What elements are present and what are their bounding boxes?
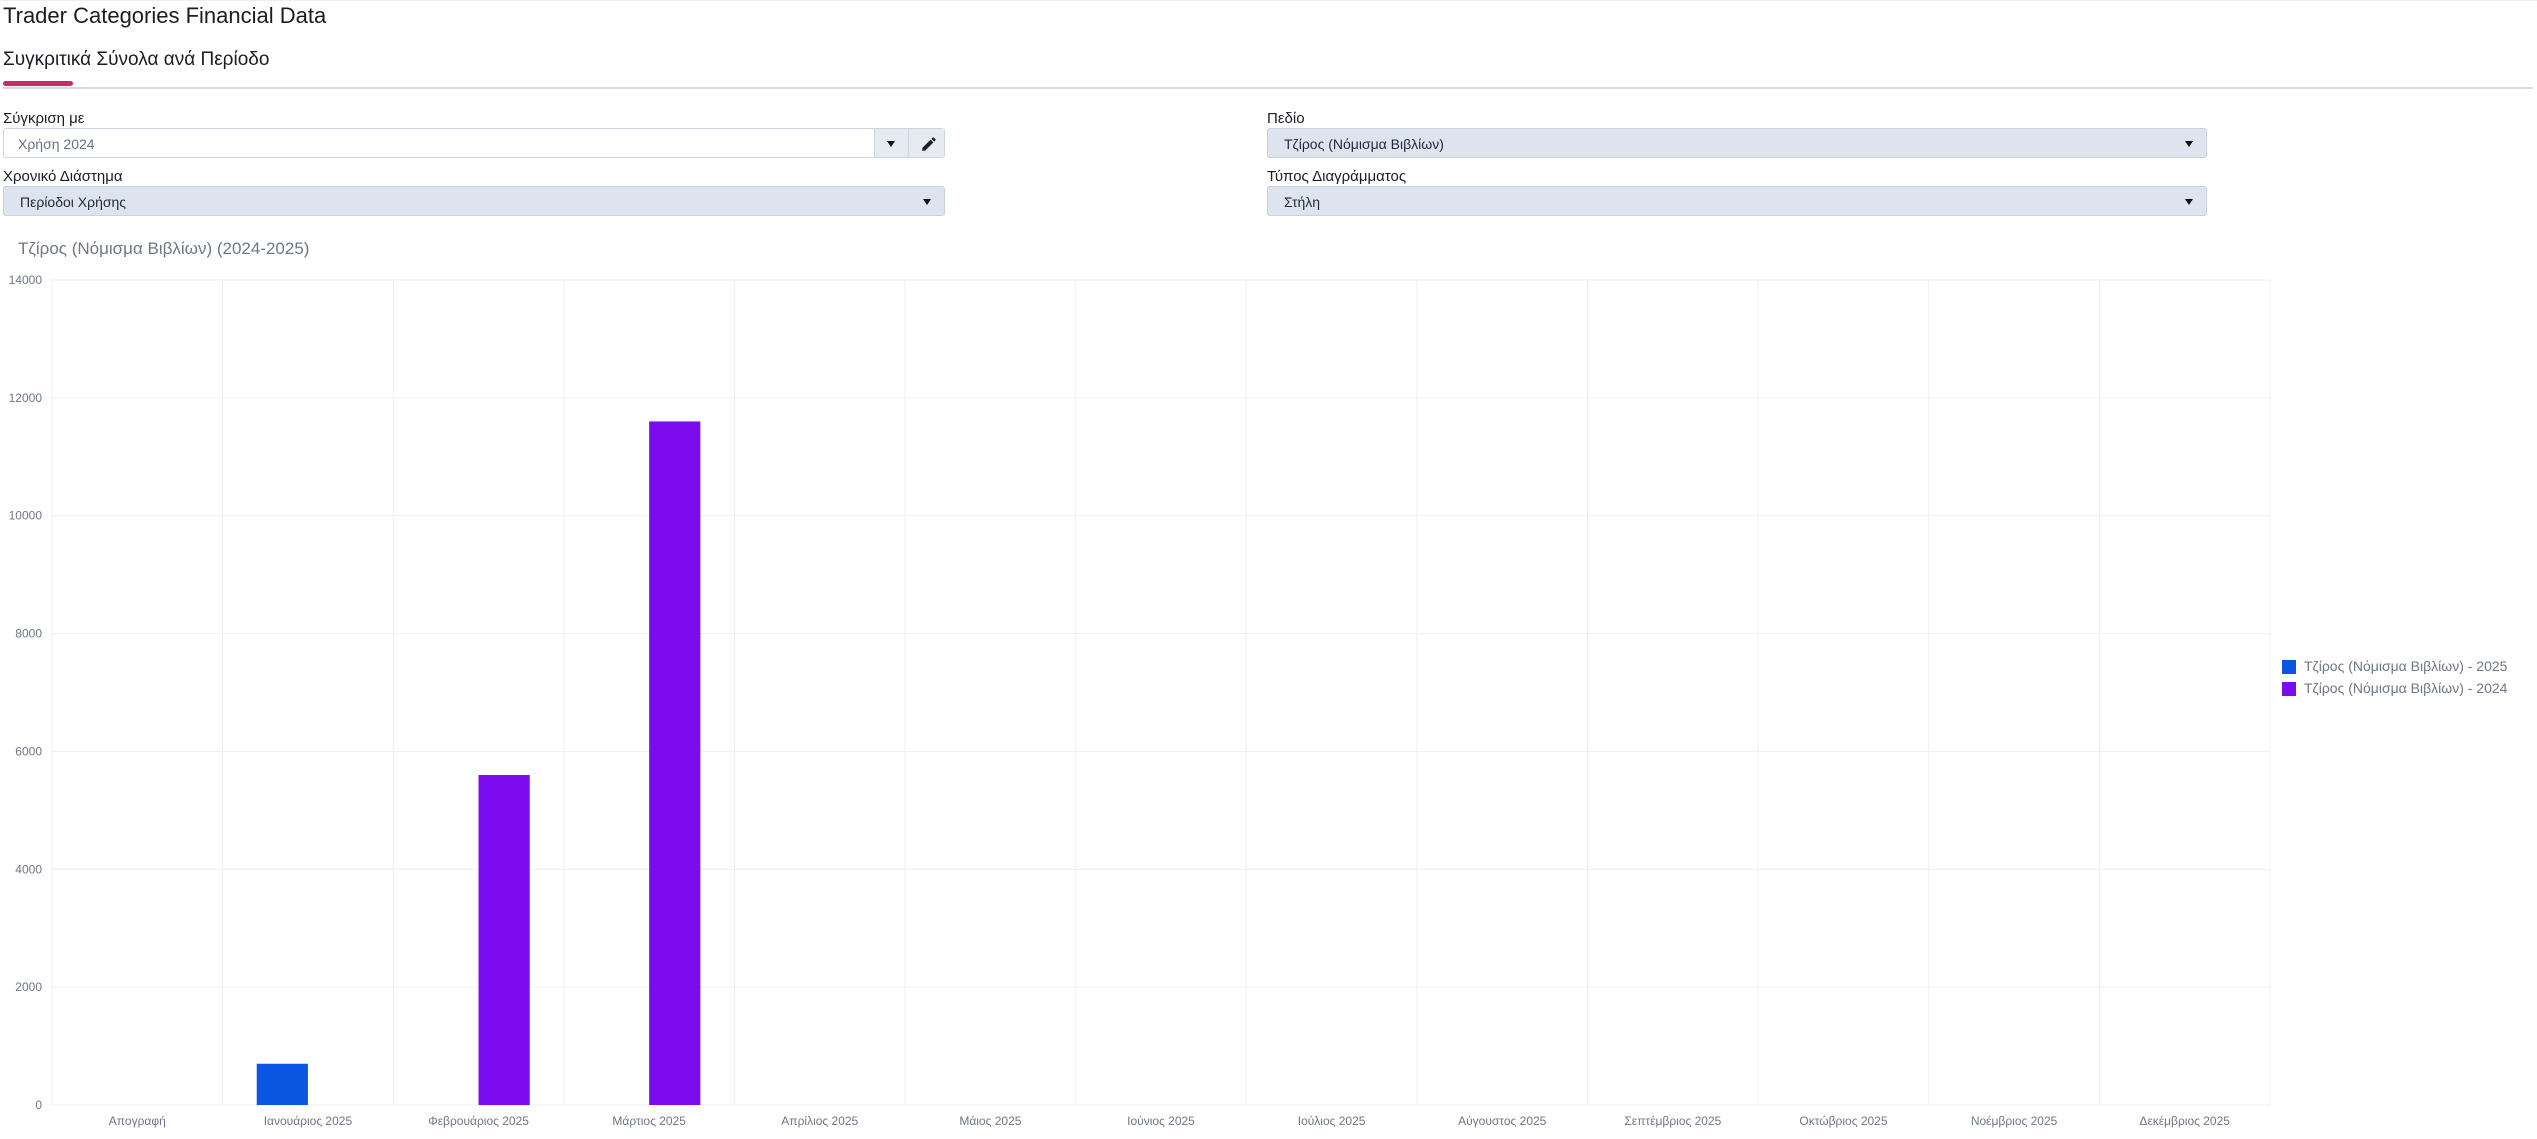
bar-2024 [649, 421, 701, 1105]
chart-type-label: Τύπος Διαγράμματος [1267, 168, 1407, 185]
tab-comparative-totals[interactable]: Συγκριτικά Σύνολα ανά Περίοδο [3, 49, 269, 71]
x-tick-label: Απρίλιος 2025 [781, 1114, 858, 1128]
chart-type-select[interactable]: Στήλη [1267, 186, 2207, 216]
legend-label: Τζίρος (Νόμισμα Βιβλίων) - 2024 [2304, 680, 2508, 696]
field-value: Τζίρος (Νόμισμα Βιβλίων) [1284, 136, 1444, 152]
tab-bar: Συγκριτικά Σύνολα ανά Περίοδο [3, 49, 2533, 89]
x-tick-label: Μάρτιος 2025 [612, 1114, 686, 1128]
compare-with-value: Χρήση 2024 [18, 136, 95, 152]
compare-with-dropdown-button[interactable] [874, 129, 908, 157]
top-border [0, 0, 2537, 1]
x-tick-label: Απογραφή [109, 1114, 166, 1128]
legend-swatch [2282, 660, 2296, 674]
chevron-down-icon [2185, 141, 2193, 147]
bar-chart: 0 2000 4000 6000 8000 10000 12000 14000 Απογραφή… [9, 273, 2271, 1128]
legend-swatch [2282, 682, 2296, 696]
legend-label: Τζίρος (Νόμισμα Βιβλίων) - 2025 [2304, 658, 2508, 674]
x-tick-label: Νοέμβριος 2025 [1971, 1114, 2058, 1128]
chevron-down-icon [2185, 199, 2193, 205]
compare-with-input[interactable]: Χρήση 2024 [3, 128, 945, 158]
y-tick-label: 2000 [15, 980, 42, 994]
bar-2025 [256, 1063, 308, 1105]
compare-with-edit-button[interactable] [908, 129, 944, 157]
y-tick-label: 12000 [9, 391, 43, 405]
x-tick-label: Σεπτέμβριος 2025 [1624, 1114, 1721, 1128]
tab-label: Συγκριτικά Σύνολα ανά Περίοδο [3, 49, 270, 70]
x-tick-label: Ιανουάριος 2025 [264, 1114, 353, 1128]
x-tick-label: Μάιος 2025 [959, 1114, 1021, 1128]
x-tick-label: Αύγουστος 2025 [1458, 1114, 1547, 1128]
bar-2024 [478, 775, 530, 1105]
x-tick-label: Φεβρουάριος 2025 [428, 1114, 529, 1128]
x-tick-label: Ιούνιος 2025 [1127, 1114, 1195, 1128]
compare-with-label: Σύγκριση με [3, 110, 85, 127]
x-tick-label: Οκτώβριος 2025 [1799, 1114, 1887, 1128]
chart-type-value: Στήλη [1284, 194, 1321, 210]
x-tick-label: Ιούλιος 2025 [1298, 1114, 1366, 1128]
field-label: Πεδίο [1267, 110, 1305, 127]
time-range-select[interactable]: Περίοδοι Χρήσης [3, 186, 945, 216]
time-range-value: Περίοδοι Χρήσης [20, 194, 127, 210]
chevron-down-icon [923, 199, 931, 205]
y-tick-label: 10000 [9, 509, 43, 523]
x-tick-label: Δεκέμβριος 2025 [2139, 1114, 2230, 1128]
y-tick-label: 14000 [9, 273, 43, 287]
chevron-down-icon [887, 141, 895, 147]
y-tick-label: 6000 [15, 744, 42, 758]
time-range-label: Χρονικό Διάστημα [3, 168, 123, 185]
app-title: Trader Categories Financial Data [3, 3, 327, 28]
chart-title: Τζίρος (Νόμισμα Βιβλίων) (2024-2025) [18, 239, 310, 258]
y-tick-label: 8000 [15, 627, 42, 641]
active-tab-indicator [3, 81, 73, 86]
field-select[interactable]: Τζίρος (Νόμισμα Βιβλίων) [1267, 128, 2207, 158]
pencil-icon [922, 137, 936, 151]
y-tick-label: 0 [35, 1098, 42, 1112]
y-tick-label: 4000 [15, 862, 42, 876]
